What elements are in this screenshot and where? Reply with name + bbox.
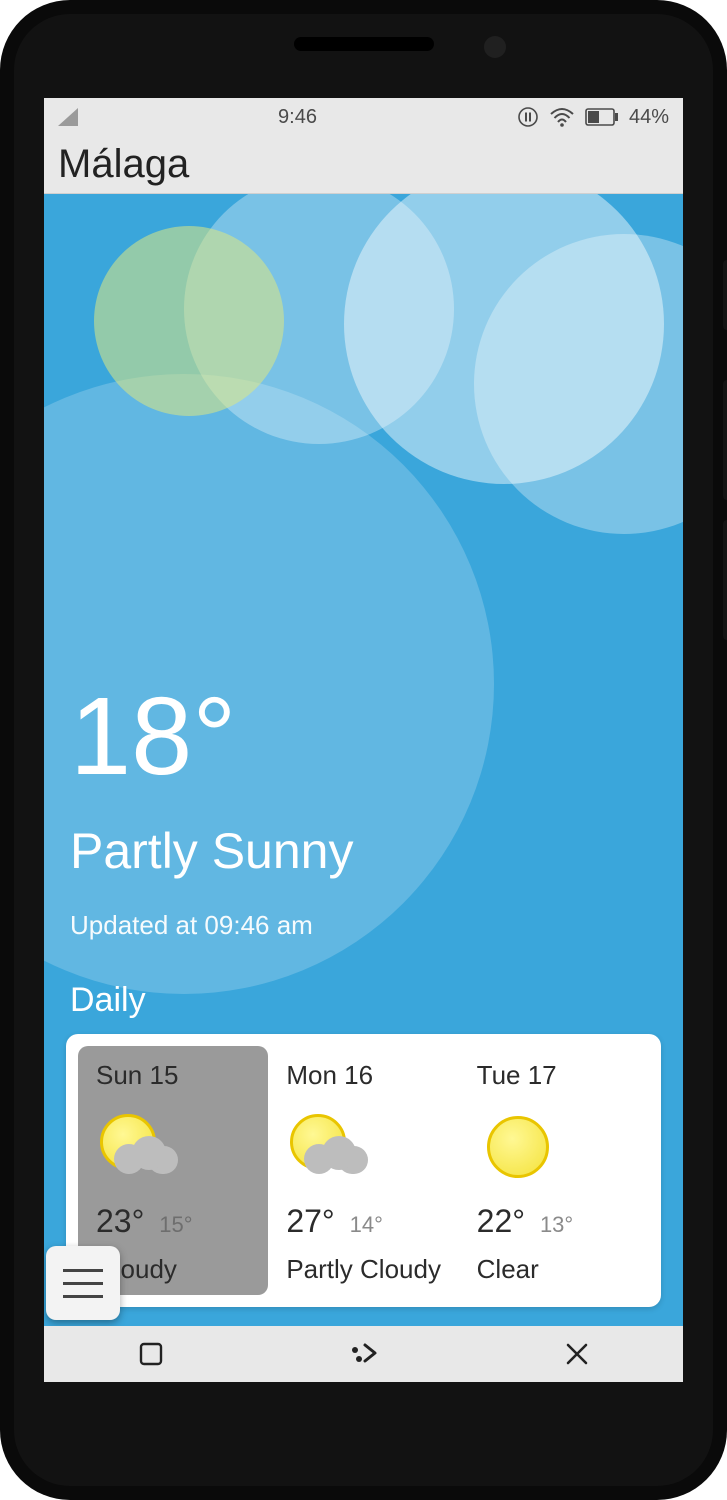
- daily-forecast-card: Sun 15 23° 15° Cloudy Mon 16: [66, 1034, 661, 1307]
- screen: 9:46 44% Málaga: [44, 98, 683, 1382]
- forecast-condition: Cloudy: [96, 1254, 258, 1285]
- forecast-day-label: Sun 15: [96, 1060, 258, 1091]
- nav-overview-button[interactable]: [131, 1334, 171, 1374]
- phone-side-button: [723, 520, 727, 640]
- status-time: 9:46: [78, 106, 517, 129]
- forecast-temps: 23° 15°: [96, 1203, 258, 1240]
- partly-cloudy-icon: [96, 1105, 258, 1185]
- forecast-high: 23°: [96, 1203, 144, 1239]
- phone-speaker: [294, 37, 434, 51]
- sun-bubble: [94, 226, 284, 416]
- signal-icon: [58, 108, 78, 126]
- nav-home-button[interactable]: [344, 1334, 384, 1374]
- forecast-day[interactable]: Mon 16 27° 14° Partly Cloudy: [268, 1046, 458, 1295]
- current-temperature: 18°: [70, 682, 353, 792]
- status-bar: 9:46 44%: [44, 98, 683, 136]
- forecast-temps: 27° 14°: [286, 1203, 448, 1240]
- phone-camera: [484, 36, 506, 58]
- battery-icon: [585, 108, 619, 126]
- system-nav-bar: [44, 1326, 683, 1382]
- forecast-day-label: Tue 17: [477, 1060, 639, 1091]
- pause-icon: [517, 106, 539, 128]
- forecast-low: 15°: [159, 1212, 192, 1237]
- current-condition: Partly Sunny: [70, 822, 353, 880]
- phone-frame: 9:46 44% Málaga: [0, 0, 727, 1500]
- updated-time: Updated at 09:46 am: [70, 910, 353, 941]
- wifi-icon: [549, 107, 575, 127]
- hamburger-icon: [63, 1282, 103, 1285]
- phone-side-button: [723, 380, 727, 500]
- location-title: Málaga: [58, 142, 189, 187]
- clear-icon: [477, 1105, 639, 1185]
- forecast-high: 22°: [477, 1203, 525, 1239]
- forecast-condition: Clear: [477, 1254, 639, 1285]
- close-icon: [565, 1342, 589, 1366]
- forecast-day-label: Mon 16: [286, 1060, 448, 1091]
- partly-cloudy-icon: [286, 1105, 448, 1185]
- menu-button[interactable]: [46, 1246, 120, 1320]
- nav-close-button[interactable]: [557, 1334, 597, 1374]
- forecast-low: 14°: [350, 1212, 383, 1237]
- forecast-temps: 22° 13°: [477, 1203, 639, 1240]
- forecast-low: 13°: [540, 1212, 573, 1237]
- phone-side-button: [723, 260, 727, 330]
- forecast-high: 27°: [286, 1203, 334, 1239]
- current-weather-panel: 18° Partly Sunny Updated at 09:46 am Dai…: [44, 194, 683, 1326]
- forecast-condition: Partly Cloudy: [286, 1254, 448, 1285]
- daily-section-label: Daily: [70, 981, 353, 1020]
- square-icon: [138, 1341, 164, 1367]
- home-dots-icon: [347, 1341, 381, 1367]
- battery-percent: 44%: [629, 106, 669, 129]
- forecast-day[interactable]: Tue 17 22° 13° Clear: [459, 1046, 649, 1295]
- title-bar: Málaga: [44, 136, 683, 194]
